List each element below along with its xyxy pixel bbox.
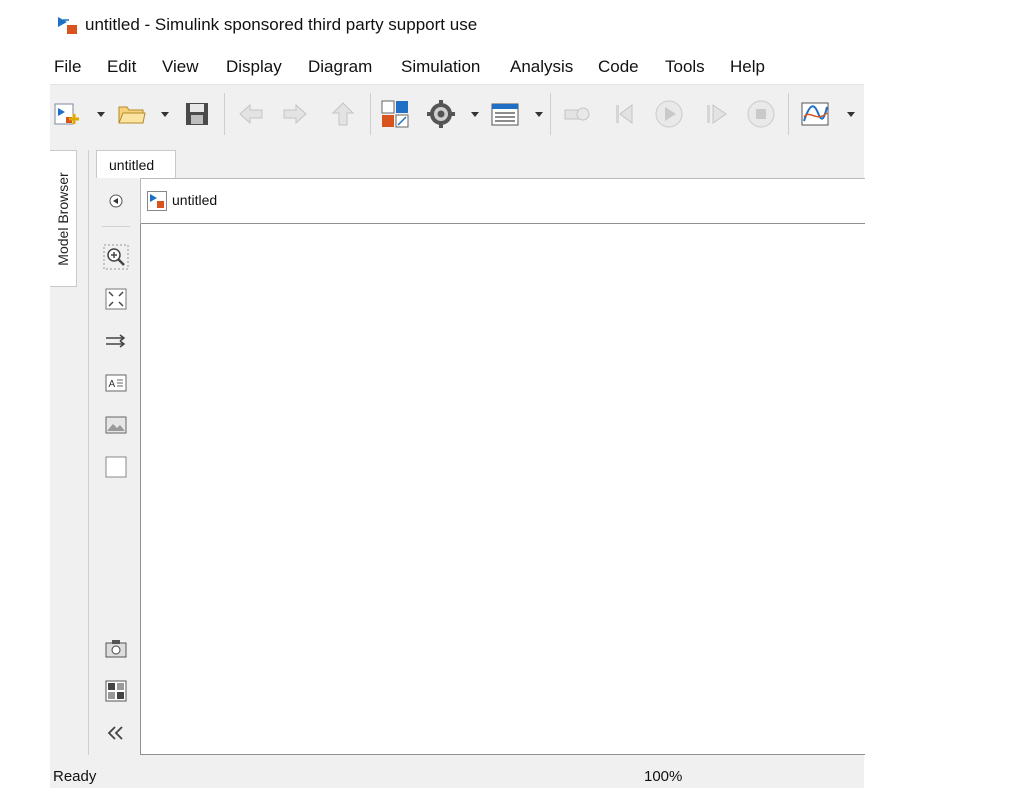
svg-text:A: A bbox=[109, 379, 116, 390]
menu-file[interactable]: File bbox=[54, 57, 81, 77]
toolbar-separator bbox=[370, 93, 371, 135]
scope-dropdown-icon[interactable] bbox=[846, 109, 856, 119]
fit-to-view-icon[interactable] bbox=[103, 286, 129, 312]
model-browser-label: Model Browser bbox=[55, 171, 71, 266]
model-canvas[interactable] bbox=[140, 224, 865, 755]
annotation-icon[interactable]: A bbox=[103, 370, 129, 396]
palette-separator bbox=[102, 226, 130, 227]
route-lines-icon[interactable] bbox=[103, 328, 129, 354]
menu-analysis[interactable]: Analysis bbox=[510, 57, 573, 77]
scope-icon[interactable] bbox=[800, 99, 830, 129]
breadcrumb-label[interactable]: untitled bbox=[172, 192, 217, 208]
menu-display[interactable]: Display bbox=[226, 57, 282, 77]
palette: A bbox=[96, 178, 138, 755]
menu-tools[interactable]: Tools bbox=[665, 57, 705, 77]
menu-diagram[interactable]: Diagram bbox=[308, 57, 372, 77]
settings-dropdown-icon[interactable] bbox=[470, 109, 480, 119]
menu-bar: File Edit View Display Diagram Simulatio… bbox=[50, 52, 864, 82]
up-arrow-icon[interactable] bbox=[328, 99, 358, 129]
status-text: Ready bbox=[53, 768, 97, 785]
step-forward-icon[interactable] bbox=[702, 99, 732, 129]
screenshot-camera-icon[interactable] bbox=[103, 636, 129, 662]
status-bar: Ready 100% bbox=[50, 760, 864, 788]
image-icon[interactable] bbox=[103, 412, 129, 438]
area-icon[interactable] bbox=[103, 454, 129, 480]
menu-view[interactable]: View bbox=[162, 57, 199, 77]
explorer-dropdown-icon[interactable] bbox=[534, 109, 544, 119]
breadcrumb: untitled bbox=[140, 178, 865, 225]
model-explorer-icon[interactable] bbox=[490, 99, 520, 129]
tab-untitled[interactable]: untitled bbox=[96, 150, 176, 179]
step-back-icon[interactable] bbox=[612, 99, 642, 129]
menu-simulation[interactable]: Simulation bbox=[401, 57, 480, 77]
new-model-dropdown-icon[interactable] bbox=[96, 109, 106, 119]
save-icon[interactable] bbox=[182, 99, 212, 129]
toolbar bbox=[50, 84, 864, 144]
model-settings-gear-icon[interactable] bbox=[426, 99, 456, 129]
toolbar-separator bbox=[550, 93, 551, 135]
run-icon[interactable] bbox=[654, 99, 684, 129]
menu-help[interactable]: Help bbox=[730, 57, 765, 77]
title-bar: untitled - Simulink sponsored third part… bbox=[0, 0, 1013, 50]
forward-arrow-icon[interactable] bbox=[280, 99, 310, 129]
back-arrow-icon[interactable] bbox=[236, 99, 266, 129]
hide-show-icon[interactable] bbox=[103, 188, 129, 214]
menu-edit[interactable]: Edit bbox=[107, 57, 136, 77]
panel-divider bbox=[88, 150, 89, 755]
library-browser-icon[interactable] bbox=[380, 99, 410, 129]
collapse-panel-icon[interactable] bbox=[103, 720, 129, 746]
zoom-level: 100% bbox=[644, 768, 683, 785]
model-browser-tab[interactable]: Model Browser bbox=[50, 150, 77, 287]
zoom-icon[interactable] bbox=[103, 244, 129, 270]
model-data-icon[interactable] bbox=[103, 678, 129, 704]
new-model-icon[interactable] bbox=[52, 99, 82, 129]
window-title: untitled - Simulink sponsored third part… bbox=[85, 15, 478, 34]
simulink-model-icon bbox=[57, 14, 79, 36]
open-folder-icon[interactable] bbox=[116, 99, 146, 129]
step-back-config-icon[interactable] bbox=[562, 99, 592, 129]
simulink-model-icon bbox=[147, 191, 167, 211]
toolbar-separator bbox=[788, 93, 789, 135]
toolbar-separator bbox=[224, 93, 225, 135]
open-dropdown-icon[interactable] bbox=[160, 109, 170, 119]
stop-icon[interactable] bbox=[746, 99, 776, 129]
menu-code[interactable]: Code bbox=[598, 57, 639, 77]
tab-label: untitled bbox=[109, 157, 155, 173]
